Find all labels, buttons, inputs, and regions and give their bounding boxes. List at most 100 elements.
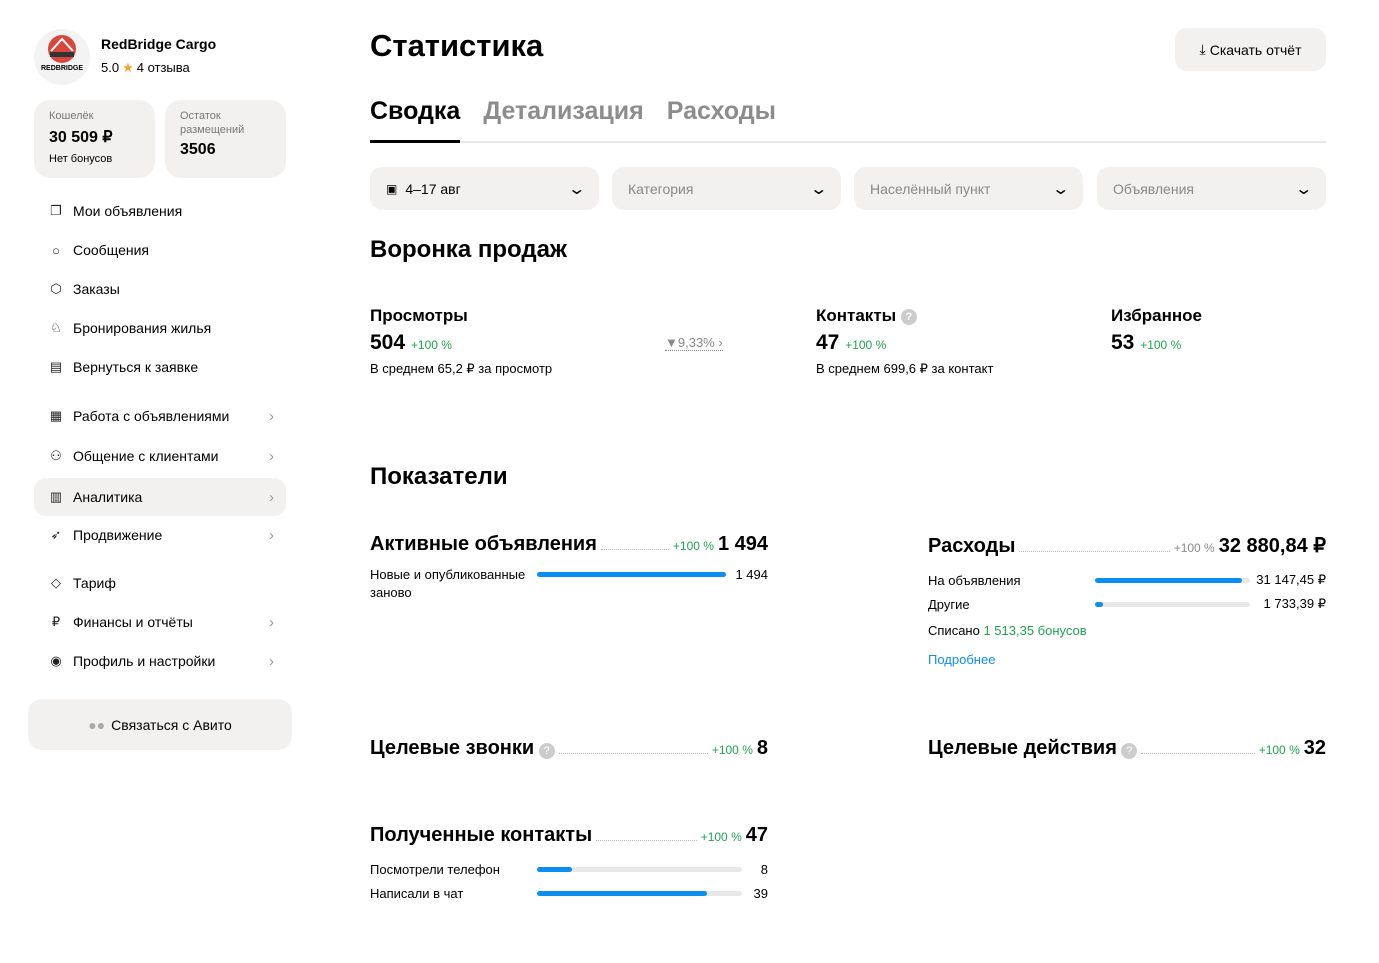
download-label: Скачать отчёт bbox=[1209, 41, 1302, 58]
conversion-value: 9,33% bbox=[677, 335, 715, 350]
nav-label: Аналитика bbox=[73, 489, 143, 505]
download-icon: ⤓ bbox=[1199, 41, 1206, 57]
favorites-label: Избранное bbox=[1111, 306, 1202, 325]
nav-label: Мои объявления bbox=[73, 203, 183, 219]
metric-value: 8 bbox=[756, 737, 768, 759]
placements-card[interactable]: Остаток размещений 3506 bbox=[165, 100, 286, 178]
calculator-icon: ▤ bbox=[49, 359, 63, 374]
received-contacts-metric: Полученные контакты +100 % 47 Посмотрели т… bbox=[370, 824, 768, 905]
rating[interactable]: 5.0 ★ 4 отзыва bbox=[101, 60, 190, 76]
contacts-change: +100 % bbox=[845, 338, 887, 352]
download-report-button[interactable]: ⤓ Скачать отчёт bbox=[1175, 28, 1326, 71]
views-avg: В среднем 65,2 ₽ за просмотр bbox=[370, 361, 553, 376]
metric-value: 1 494 bbox=[717, 533, 768, 555]
sidebar-item-analytics[interactable]: ▥ Аналитика › bbox=[34, 478, 286, 516]
views-change: +100 % bbox=[410, 338, 452, 352]
wallet-bonus: Нет бонусов bbox=[49, 153, 113, 165]
row-value: 8 bbox=[760, 861, 768, 877]
sidebar-item-finance[interactable]: ₽ Финансы и отчёты › bbox=[34, 603, 286, 641]
diamond-icon: ◇ bbox=[51, 575, 61, 590]
placements-value: 3506 bbox=[180, 141, 216, 158]
funnel-icon: ▼ bbox=[665, 335, 678, 350]
conversion-link[interactable]: ▼9,33% › bbox=[665, 335, 723, 351]
row-value: 1 494 bbox=[735, 567, 768, 582]
active-listings-metric: Активные объявления +100 % 1 494 Новые и о… bbox=[370, 533, 768, 602]
sidebar-item-messages[interactable]: ○ Сообщения bbox=[34, 231, 286, 269]
chevron-down-icon: ⌄ bbox=[1050, 180, 1070, 198]
metric-value: 47 bbox=[745, 824, 768, 846]
contacts-value: 47 bbox=[816, 331, 840, 354]
row-label: Написали в чат bbox=[370, 885, 464, 901]
nav-label: Заказы bbox=[73, 281, 120, 297]
page-title: Статистика bbox=[370, 28, 544, 63]
sidebar-item-my-listings[interactable]: ❐ Мои объявления bbox=[34, 192, 286, 230]
progress-fill bbox=[537, 572, 726, 577]
chevron-right-icon: › bbox=[269, 526, 274, 544]
views-label: Просмотры bbox=[370, 306, 468, 325]
metric-value: 32 bbox=[1303, 737, 1326, 759]
sidebar-item-bookings[interactable]: ♘ Бронирования жилья bbox=[34, 309, 286, 347]
city-filter[interactable]: Населённый пункт ⌄ bbox=[854, 167, 1083, 210]
wallet-card[interactable]: Кошелёк 30 509 ₽ Нет бонусов bbox=[34, 100, 155, 178]
chevron-right-icon: › bbox=[269, 447, 274, 465]
ads-filter[interactable]: Объявления ⌄ bbox=[1097, 167, 1326, 210]
listings-icon: ❐ bbox=[50, 203, 62, 218]
written-off-value: 1 513,35 бонусов bbox=[983, 623, 1087, 638]
rating-value: 5.0 bbox=[101, 60, 120, 75]
tab-details[interactable]: Детализация bbox=[483, 96, 643, 143]
sidebar-item-orders[interactable]: ⬡ Заказы bbox=[34, 270, 286, 308]
sidebar-item-promotion[interactable]: ➶ Продвижение › bbox=[34, 516, 286, 554]
row-label: Посмотрели телефон bbox=[370, 861, 500, 877]
help-icon[interactable]: ? bbox=[538, 743, 555, 759]
sidebar-item-clients[interactable]: ⚇ Общение с клиентами › bbox=[34, 437, 286, 475]
metric-label: Целевые звонки bbox=[370, 737, 535, 759]
more-link[interactable]: Подробнее bbox=[928, 652, 1326, 667]
favorites-value: 53 bbox=[1111, 331, 1135, 354]
svg-text:REDBRIDGE: REDBRIDGE bbox=[41, 65, 83, 72]
wallet-label: Кошелёк bbox=[49, 110, 94, 122]
row-value: 39 bbox=[753, 885, 768, 901]
metric-change: +100 % bbox=[711, 743, 753, 757]
metric-label: Расходы bbox=[928, 535, 1016, 557]
row-label: На объявления bbox=[928, 572, 1021, 588]
tab-summary[interactable]: Сводка bbox=[370, 96, 461, 143]
nav-label: Общение с клиентами bbox=[73, 448, 219, 464]
date-filter[interactable]: ▣ 4–17 авг ⌄ bbox=[370, 167, 599, 210]
sidebar-item-tariff[interactable]: ◇ Тариф bbox=[34, 564, 286, 602]
chevron-right-icon: › bbox=[269, 488, 274, 506]
sidebar-item-return-request[interactable]: ▤ Вернуться к заявке bbox=[34, 348, 286, 386]
help-icon[interactable]: ? bbox=[900, 308, 917, 325]
contact-avito-button[interactable]: ●● Связаться с Авито bbox=[28, 699, 292, 750]
metric-label: Целевые действия bbox=[928, 737, 1117, 759]
help-icon[interactable]: ? bbox=[1121, 743, 1138, 759]
ads-placeholder: Объявления bbox=[1113, 180, 1194, 197]
funnel-views: Просмотры 504 +100 % В среднем 65,2 ₽ за… bbox=[370, 306, 552, 377]
chart-icon: ▥ bbox=[49, 489, 63, 504]
chevron-right-icon: › bbox=[269, 407, 274, 425]
metrics-title: Показатели bbox=[370, 463, 508, 490]
contacts-avg: В среднем 699,6 ₽ за контакт bbox=[816, 361, 994, 376]
views-value: 504 bbox=[370, 331, 406, 354]
company-name[interactable]: RedBridge Cargo bbox=[101, 36, 216, 52]
progress-fill bbox=[1095, 601, 1104, 607]
category-filter[interactable]: Категория ⌄ bbox=[612, 167, 841, 210]
metric-change: +100 % bbox=[700, 830, 742, 844]
sidebar-item-profile[interactable]: ◉ Профиль и настройки › bbox=[34, 642, 286, 680]
date-value: 4–17 авг bbox=[405, 180, 461, 197]
row-value: 1 733,39 ₽ bbox=[1263, 596, 1327, 611]
users-icon: ⚇ bbox=[50, 448, 62, 463]
expenses-metric: Расходы +100 % 32 880,84 ₽ На объявления 31… bbox=[928, 533, 1326, 667]
metric-change: +100 % bbox=[672, 539, 714, 553]
message-icon: ○ bbox=[52, 242, 60, 258]
funnel-contacts: Контакты ? 47 +100 % В среднем 699,6 ₽ з… bbox=[816, 306, 993, 377]
progress-fill bbox=[1095, 577, 1242, 583]
reviews-link[interactable]: 4 отзыва bbox=[137, 60, 190, 75]
sidebar-item-listings-work[interactable]: ▦ Работа с объявлениями › bbox=[34, 397, 286, 435]
company-logo: REDBRIDGE bbox=[34, 29, 90, 85]
booking-icon: ♘ bbox=[50, 320, 62, 335]
row-value: 31 147,45 ₽ bbox=[1256, 572, 1326, 587]
nav-label: Сообщения bbox=[73, 242, 149, 258]
nav-label: Вернуться к заявке bbox=[73, 359, 199, 375]
tab-expenses[interactable]: Расходы bbox=[667, 96, 776, 143]
category-placeholder: Категория bbox=[628, 180, 694, 197]
